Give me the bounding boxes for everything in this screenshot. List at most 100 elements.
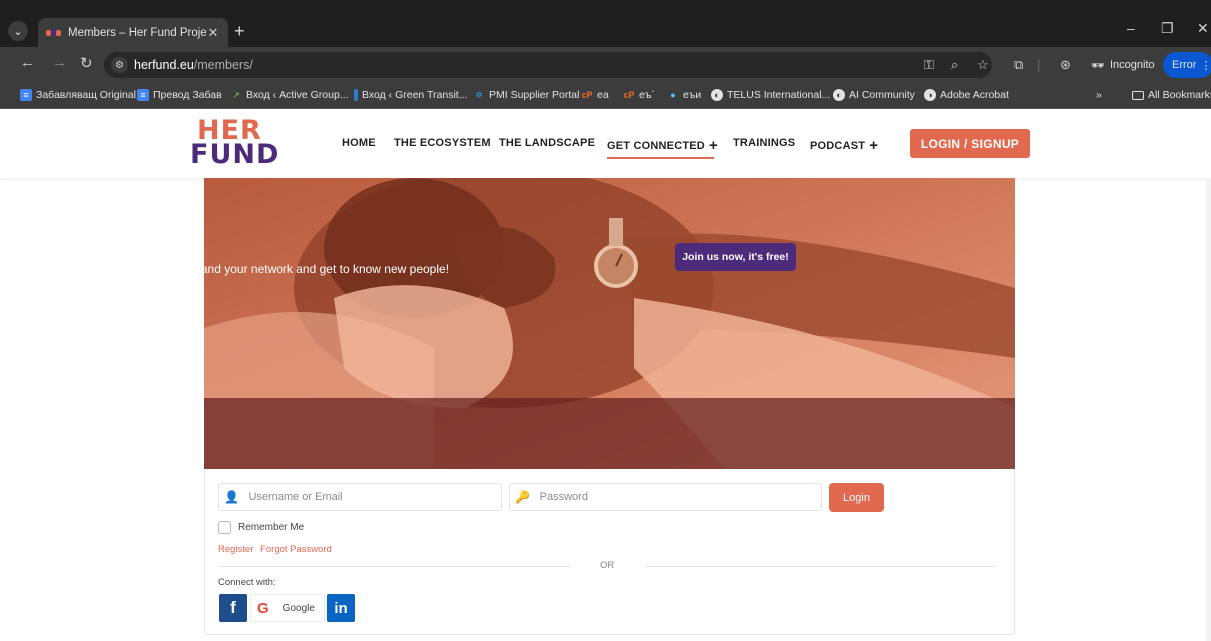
site-info-icon[interactable]: ⚙ bbox=[111, 57, 128, 73]
bookmark-item[interactable]: ≡ Забавляващ Original bbox=[20, 89, 136, 101]
scrollbar[interactable] bbox=[1206, 178, 1211, 641]
username-field[interactable]: 👤 bbox=[218, 483, 502, 511]
bookmark-item[interactable]: ◑ Adobe Acrobat bbox=[924, 89, 1009, 101]
globe-icon: ● bbox=[670, 90, 676, 100]
nav-label: THE ECOSYSTEM bbox=[394, 137, 491, 149]
nav-label: THE LANDSCAPE bbox=[499, 137, 596, 149]
restore-icon[interactable]: ❐ bbox=[1161, 20, 1174, 37]
nav-ecosystem[interactable]: THE ECOSYSTEM bbox=[394, 137, 491, 149]
bookmark-label: Вход ‹ Green Transit... bbox=[362, 89, 468, 101]
facebook-icon: f bbox=[230, 598, 236, 617]
nav-trainings[interactable]: TRAININGS bbox=[733, 137, 795, 149]
or-separator: OR bbox=[600, 560, 615, 571]
bookmark-label: Adobe Acrobat bbox=[940, 89, 1009, 101]
forward-icon[interactable]: → bbox=[52, 54, 67, 71]
browser-tab[interactable]: Members – Her Fund Project Pl ✕ bbox=[38, 18, 228, 47]
portal-icon: ✲ bbox=[475, 90, 483, 100]
extensions-icon[interactable]: ⊛ bbox=[1060, 57, 1071, 73]
tab-title: Members – Her Fund Project Pl bbox=[68, 26, 206, 39]
incognito-label: Incognito bbox=[1109, 59, 1155, 71]
password-key-icon[interactable]: ⚿ bbox=[924, 57, 934, 73]
bookmark-item[interactable]: ≡ Превод Забав bbox=[137, 89, 222, 101]
bookmarks-overflow-icon[interactable]: » bbox=[1096, 89, 1102, 101]
profile-error-button[interactable]: Error ⋮ bbox=[1163, 52, 1211, 78]
login-button[interactable]: Login bbox=[829, 483, 884, 512]
zoom-icon[interactable]: ⌕ bbox=[951, 57, 958, 73]
key-icon: 🔑 bbox=[515, 490, 531, 504]
expand-plus-icon[interactable]: + bbox=[709, 137, 718, 154]
close-window-icon[interactable]: ✕ bbox=[1197, 20, 1209, 37]
screenshot-icon[interactable]: ⧉ bbox=[1014, 57, 1023, 73]
nav-label: GET CONNECTED bbox=[607, 140, 705, 152]
nav-podcast[interactable]: PODCAST + bbox=[810, 137, 878, 154]
nav-label: PODCAST bbox=[810, 140, 866, 152]
bookmark-star-icon[interactable]: ☆ bbox=[977, 57, 989, 73]
more-menu-icon[interactable]: ⋮ bbox=[1200, 59, 1211, 72]
new-tab-icon[interactable]: + bbox=[234, 21, 245, 41]
bookmark-label: eъ` bbox=[639, 89, 655, 101]
bookmark-label: Вход ‹ Active Group... bbox=[246, 89, 349, 101]
folder-icon bbox=[354, 89, 358, 101]
bookmark-item[interactable]: cP ea bbox=[581, 89, 609, 101]
connect-with-label: Connect with: bbox=[218, 577, 276, 588]
back-icon[interactable]: ← bbox=[20, 54, 35, 71]
active-nav-underline bbox=[607, 157, 714, 159]
user-icon: 👤 bbox=[224, 490, 240, 504]
join-now-button[interactable]: Join us now, it's free! bbox=[675, 243, 796, 271]
minimize-icon[interactable]: – bbox=[1127, 20, 1135, 36]
bookmark-item[interactable]: ✲ PMI Supplier Portal bbox=[473, 89, 579, 101]
bookmark-label: AI Community bbox=[849, 89, 915, 101]
bookmark-item[interactable]: ↗ Вход ‹ Active Group... bbox=[230, 89, 349, 101]
address-bar[interactable]: ⚙ herfund.eu/members/ bbox=[104, 52, 992, 78]
url-host: herfund.eu bbox=[134, 58, 194, 72]
incognito-icon: 🕶 bbox=[1091, 59, 1105, 72]
google-login-button[interactable]: G Google bbox=[250, 594, 325, 622]
bookmark-label: eъи bbox=[683, 89, 702, 101]
telus-icon: ◐ bbox=[711, 89, 723, 101]
hero-banner bbox=[204, 178, 1015, 469]
bookmark-label: Забавляващ Original bbox=[36, 89, 136, 101]
linkedin-login-button[interactable]: in bbox=[327, 594, 355, 622]
reload-icon[interactable]: ↻ bbox=[80, 54, 93, 72]
password-field[interactable]: 🔑 bbox=[509, 483, 822, 511]
folder-icon bbox=[1132, 90, 1144, 100]
tab-close-icon[interactable]: ✕ bbox=[206, 25, 220, 41]
login-signup-button[interactable]: LOGIN / SIGNUP bbox=[910, 129, 1030, 158]
register-link[interactable]: Register bbox=[218, 544, 253, 555]
chart-icon: ↗ bbox=[232, 90, 240, 100]
linkedin-icon: in bbox=[334, 599, 348, 617]
docs-icon: ≡ bbox=[20, 89, 32, 101]
bookmark-item[interactable]: ◐ TELUS International... bbox=[711, 89, 830, 101]
username-input[interactable] bbox=[244, 491, 501, 503]
brand-icon: cP bbox=[581, 90, 593, 100]
expand-plus-icon[interactable]: + bbox=[869, 137, 878, 154]
bookmark-label: ea bbox=[597, 89, 609, 101]
error-label: Error bbox=[1172, 59, 1197, 71]
nav-label: HOME bbox=[342, 137, 376, 149]
remember-me[interactable]: Remember Me bbox=[218, 521, 304, 534]
hero-title: Get Connected! bbox=[15, 237, 135, 254]
url-text: herfund.eu/members/ bbox=[134, 58, 253, 72]
ai-community-icon: ◐ bbox=[833, 89, 845, 101]
all-bookmarks-label: All Bookmarks bbox=[1148, 89, 1211, 101]
all-bookmarks[interactable]: All Bookmarks bbox=[1132, 89, 1211, 101]
forgot-password-link[interactable]: Forgot Password bbox=[260, 544, 332, 555]
hero-subtitle: Come and join our community. Expand your… bbox=[15, 262, 450, 276]
divider bbox=[218, 566, 570, 567]
incognito-badge[interactable]: 🕶 Incognito bbox=[1082, 52, 1160, 78]
logo-fund[interactable]: FUND bbox=[190, 141, 279, 168]
nav-get-connected[interactable]: GET CONNECTED + bbox=[607, 137, 718, 154]
password-input[interactable] bbox=[535, 491, 821, 503]
bookmark-item[interactable]: Вход ‹ Green Transit... bbox=[354, 89, 467, 101]
bookmark-label: TELUS International... bbox=[727, 89, 831, 101]
bookmark-item[interactable]: ● eъи bbox=[667, 89, 701, 101]
nav-landscape[interactable]: THE LANDSCAPE bbox=[499, 137, 595, 149]
tab-search-icon[interactable]: ⌄ bbox=[8, 21, 28, 41]
remember-me-checkbox[interactable] bbox=[218, 521, 231, 534]
bookmark-item[interactable]: cP eъ` bbox=[623, 89, 655, 101]
nav-home[interactable]: HOME bbox=[342, 137, 376, 149]
bookmark-item[interactable]: ◐ AI Community bbox=[833, 89, 915, 101]
site-favicon-icon bbox=[46, 27, 62, 39]
facebook-login-button[interactable]: f bbox=[219, 594, 247, 622]
acrobat-icon: ◑ bbox=[924, 89, 936, 101]
